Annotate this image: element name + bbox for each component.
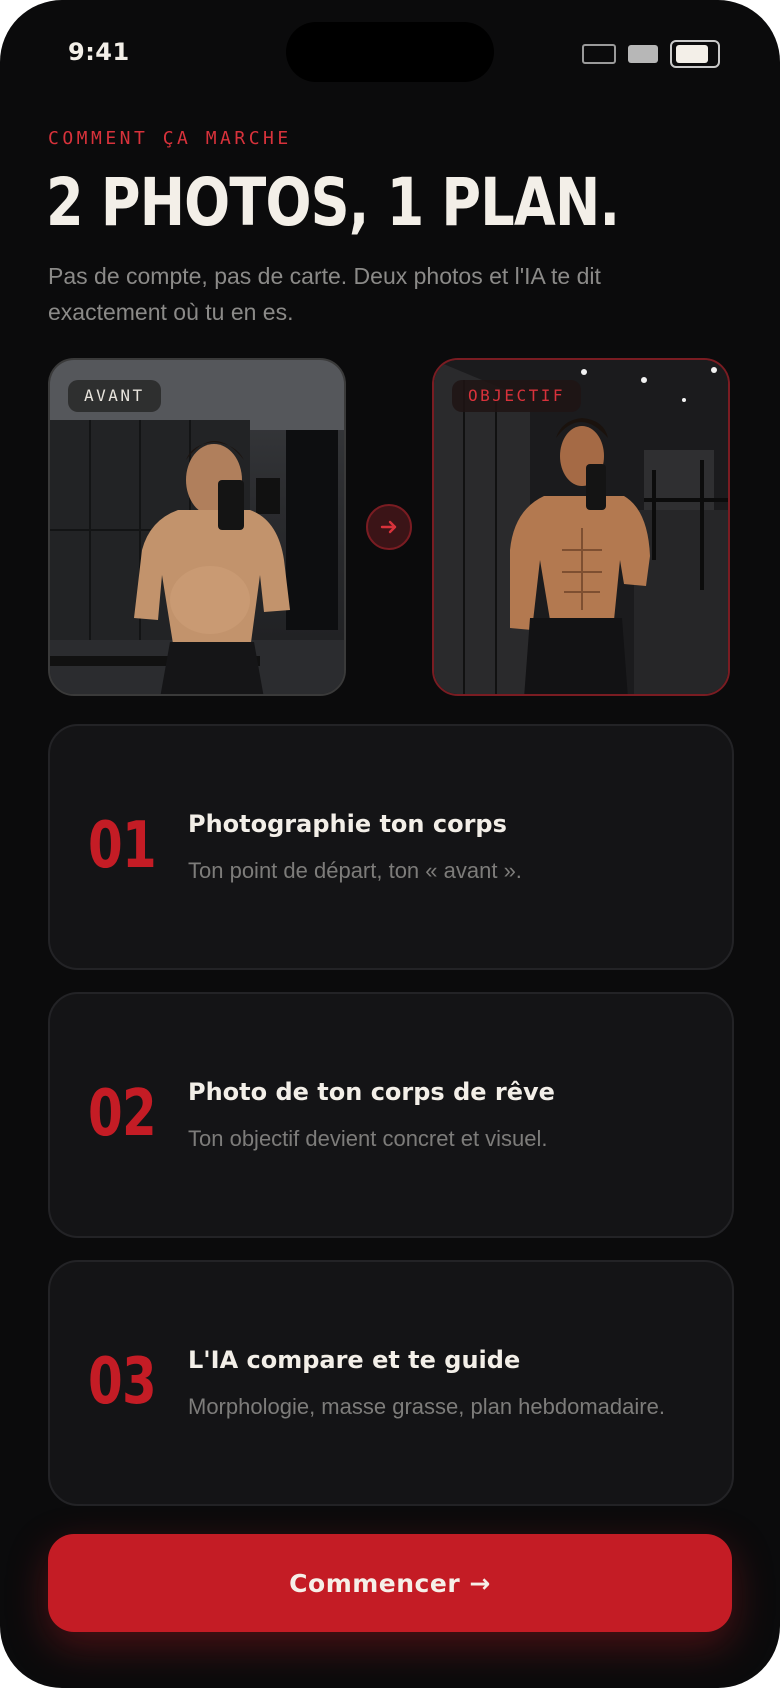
page-title: 2 PHOTOS, 1 PLAN. [46, 164, 620, 241]
step-description: Ton objectif devient concret et visuel. [188, 1126, 548, 1151]
step-number: 02 [88, 1077, 157, 1151]
step-description: Ton point de départ, ton « avant ». [188, 858, 522, 883]
start-button[interactable]: Commencer → [48, 1534, 732, 1632]
status-icons [582, 40, 720, 68]
dynamic-island [286, 22, 494, 82]
step-description: Morphologie, masse grasse, plan hebdomad… [188, 1394, 665, 1419]
battery-icon [670, 40, 720, 68]
status-time: 9:41 [68, 38, 130, 66]
start-button-label: Commencer → [289, 1568, 491, 1598]
arrow-right-icon [366, 504, 412, 550]
before-photo[interactable]: AVANT [48, 358, 346, 696]
before-tag: AVANT [68, 380, 161, 412]
goal-photo[interactable]: OBJECTIF [432, 358, 730, 696]
step-title: Photographie ton corps [188, 810, 507, 838]
step-number: 01 [88, 809, 157, 883]
page-subtitle: Pas de compte, pas de carte. Deux photos… [48, 263, 601, 325]
step-title: L'IA compare et te guide [188, 1346, 521, 1374]
cellular-icon [582, 44, 616, 64]
step-card-3: 03 L'IA compare et te guide Morphologie,… [48, 1260, 734, 1506]
section-eyebrow: COMMENT ÇA MARCHE [48, 128, 292, 149]
status-bar: 9:41 [0, 0, 780, 100]
step-card-1: 01 Photographie ton corps Ton point de d… [48, 724, 734, 970]
step-title: Photo de ton corps de rêve [188, 1078, 555, 1106]
step-card-2: 02 Photo de ton corps de rêve Ton object… [48, 992, 734, 1238]
phone-screen: 9:41 COMMENT ÇA MARCHE 2 PHOTOS, 1 PLAN.… [0, 0, 780, 1688]
step-number: 03 [88, 1345, 157, 1419]
goal-tag: OBJECTIF [452, 380, 582, 412]
wifi-icon [628, 45, 658, 63]
